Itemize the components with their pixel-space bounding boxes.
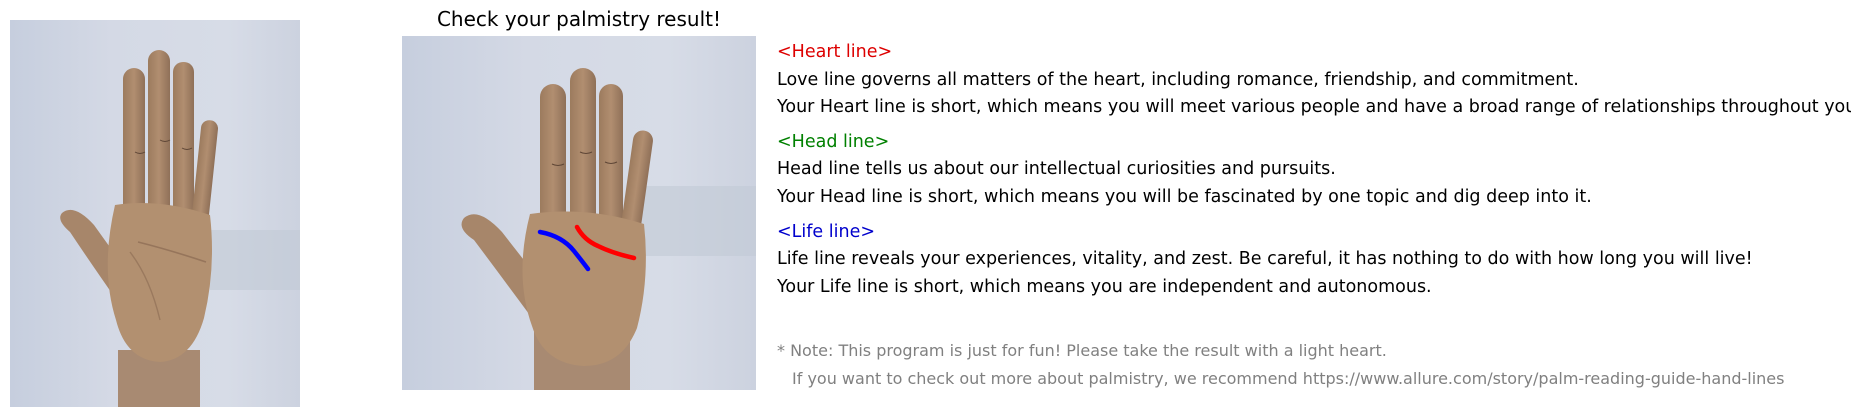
palm-image-annotated — [402, 36, 756, 390]
life-line-description: Life line reveals your experiences, vita… — [777, 249, 1753, 269]
head-line-description: Head line tells us about our intellectua… — [777, 159, 1336, 179]
heart-line-result: Your Heart line is short, which means yo… — [777, 97, 1851, 117]
reference-text: If you want to check out more about palm… — [792, 369, 1785, 388]
heart-line-heading: <Heart line> — [777, 42, 893, 62]
life-line-heading: <Life line> — [777, 222, 876, 242]
palm-photo-icon — [10, 20, 300, 407]
palm-photo-annotated-icon — [402, 36, 756, 390]
life-line-result: Your Life line is short, which means you… — [777, 277, 1432, 297]
heart-line-description: Love line governs all matters of the hea… — [777, 70, 1579, 90]
palm-image-original — [10, 20, 300, 407]
result-title: Check your palmistry result! — [436, 7, 722, 31]
head-line-heading: <Head line> — [777, 132, 890, 152]
head-line-result: Your Head line is short, which means you… — [777, 187, 1592, 207]
note-text: * Note: This program is just for fun! Pl… — [777, 341, 1387, 360]
